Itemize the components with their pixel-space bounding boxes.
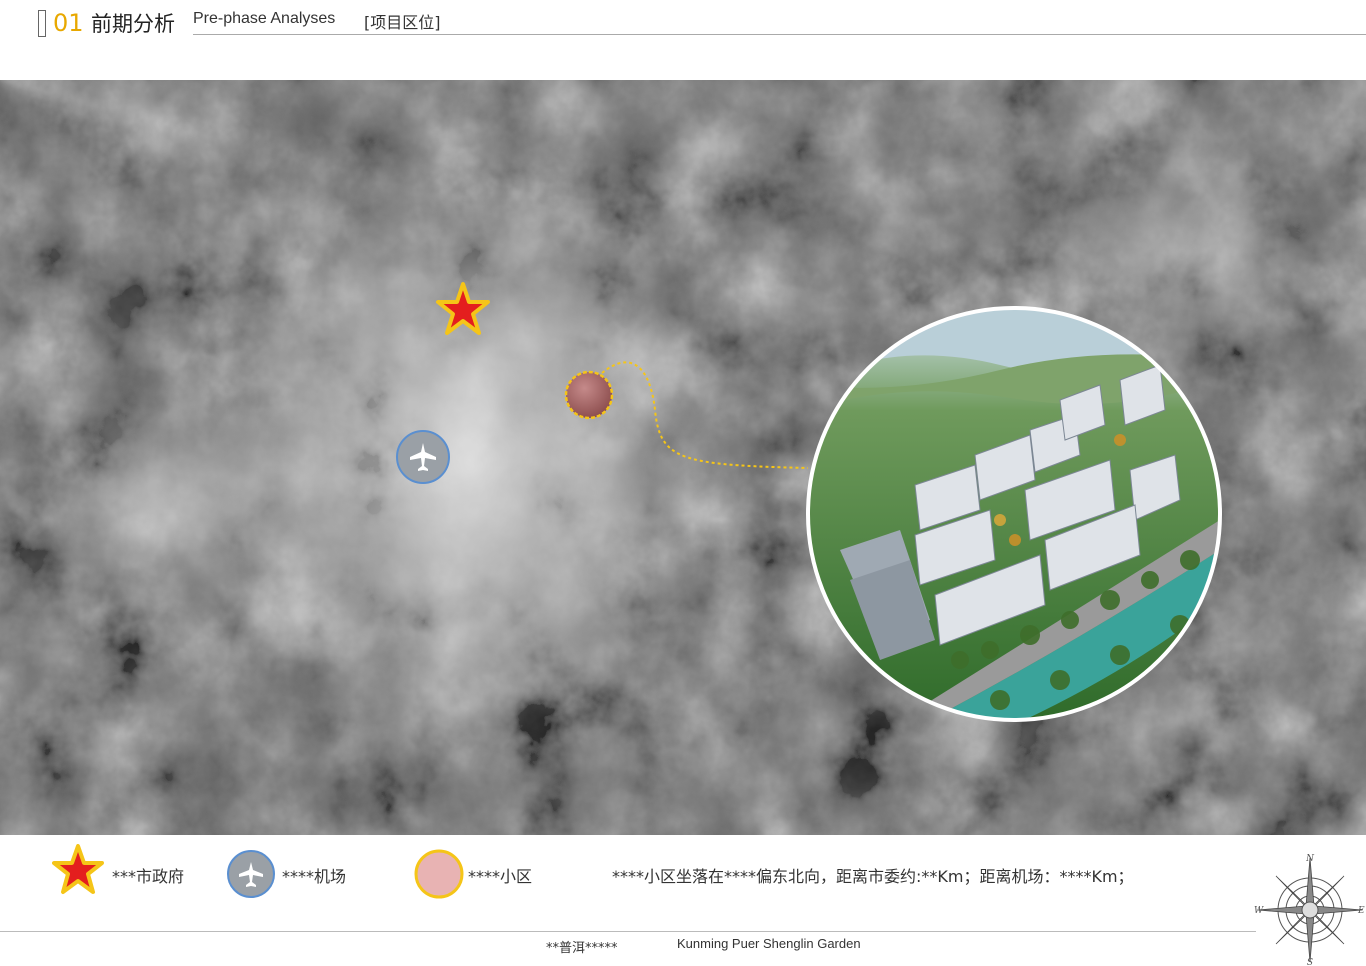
map-legend: ***市政府 ****机场 ****小区 ****小区坐落在****偏东北向，距… <box>0 836 1366 932</box>
compass-e-label: E <box>1357 906 1365 916</box>
section-tag: [项目区位] <box>364 13 441 32</box>
map-image <box>0 80 1366 835</box>
compass-s-label: S <box>1307 958 1313 966</box>
header-marker <box>38 10 46 37</box>
legend-government-label: ***市政府 <box>112 867 185 886</box>
community-dot-icon <box>564 370 614 420</box>
compass-rose-icon: N S W E <box>1254 854 1365 966</box>
compass-n-label: N <box>1305 854 1315 864</box>
section-title-en: Pre-phase Analyses <box>193 10 336 27</box>
legend-description: ****小区坐落在****偏东北向，距离市委约:**Km；距离机场：****Km… <box>612 867 1134 886</box>
header-divider <box>193 34 1366 35</box>
legend-airport-label: ****机场 <box>282 867 347 886</box>
legend-community-label: ****小区 <box>468 867 533 886</box>
section-title-cn: 前期分析 <box>91 12 175 36</box>
section-number: 01 <box>53 9 84 37</box>
airport-icon <box>396 430 450 484</box>
footer-left-text: **普洱***** <box>546 941 618 956</box>
legend-star-icon <box>52 844 104 894</box>
legend-community-icon <box>414 849 464 899</box>
footer-divider <box>0 931 1256 932</box>
page-header: 01 前期分析 Pre-phase Analyses [项目区位] <box>0 0 1366 50</box>
footer-right-text: Kunming Puer Shenglin Garden <box>677 936 861 951</box>
compass-w-label: W <box>1254 906 1264 916</box>
legend-airport-icon <box>227 850 275 898</box>
location-map <box>0 80 1366 835</box>
